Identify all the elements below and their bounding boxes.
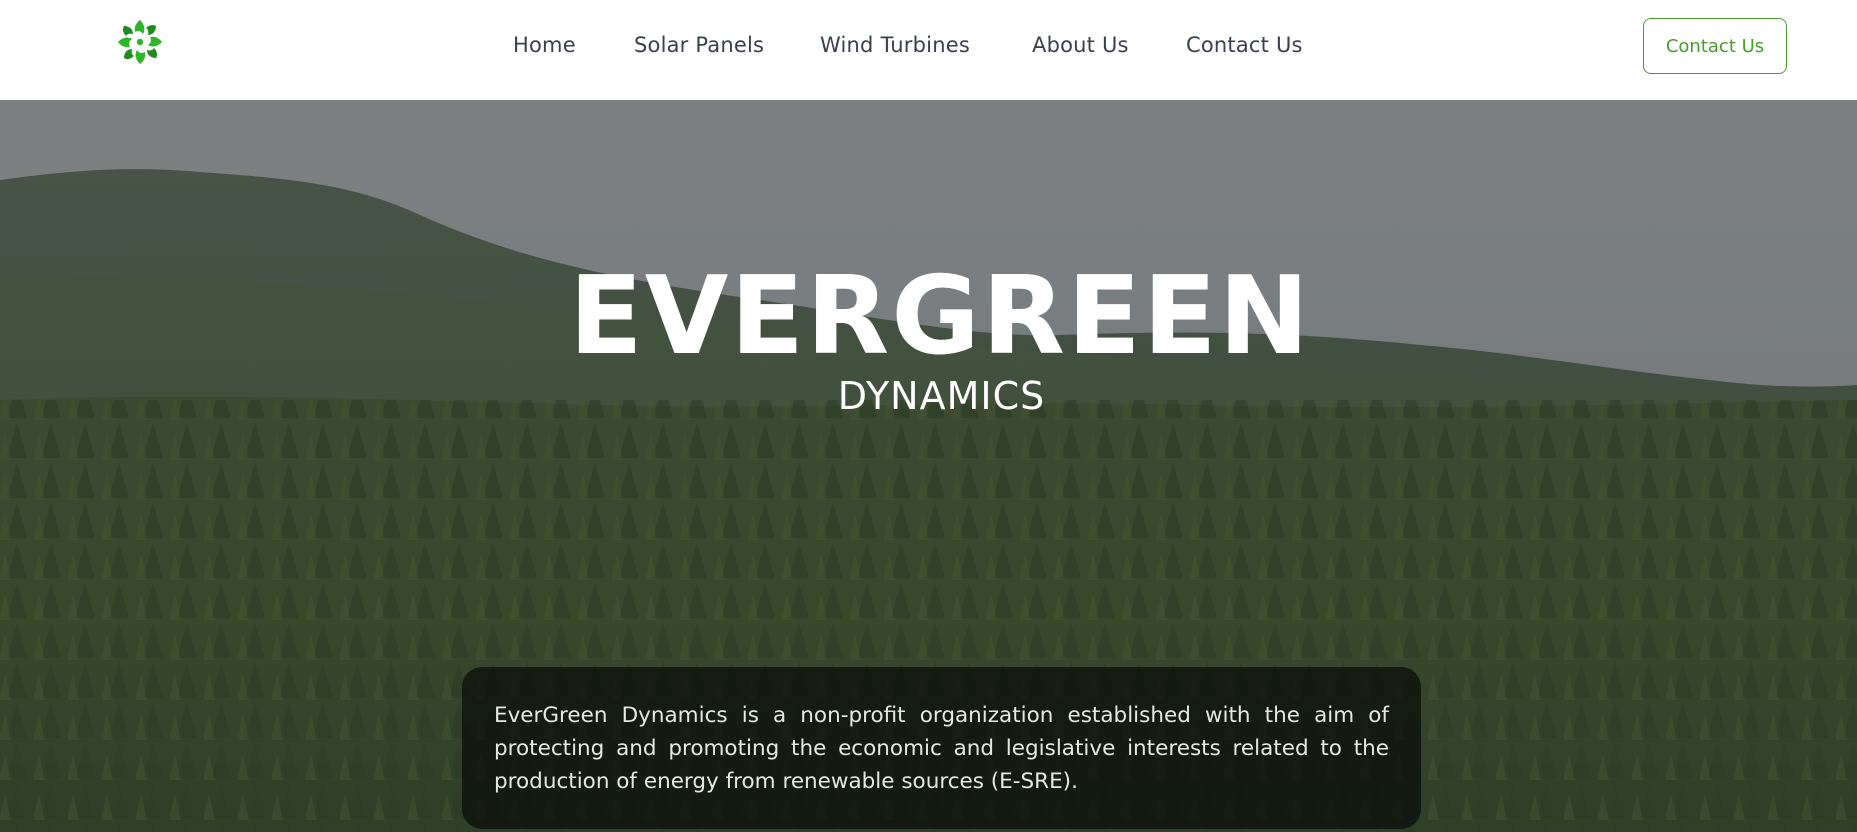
description-card: EverGreen Dynamics is a non-profit organ… <box>462 667 1421 829</box>
nav-wind-turbines[interactable]: Wind Turbines <box>820 33 970 57</box>
contact-us-button[interactable]: Contact Us <box>1643 18 1787 74</box>
nav-home[interactable]: Home <box>513 33 576 57</box>
main-nav: Home Solar Panels Wind Turbines About Us… <box>0 33 1857 63</box>
nav-contact-us[interactable]: Contact Us <box>1186 33 1303 57</box>
site-header: Home Solar Panels Wind Turbines About Us… <box>0 0 1857 100</box>
hero-title: EVERGREEN <box>568 254 1312 379</box>
hero-subtitle: DYNAMICS <box>837 374 1046 418</box>
nav-about-us[interactable]: About Us <box>1032 33 1129 57</box>
description-text: EverGreen Dynamics is a non-profit organ… <box>494 703 1389 794</box>
hero-section: EVERGREEN DYNAMICS EverGreen Dynamics is… <box>0 100 1857 832</box>
nav-solar-panels[interactable]: Solar Panels <box>634 33 764 57</box>
